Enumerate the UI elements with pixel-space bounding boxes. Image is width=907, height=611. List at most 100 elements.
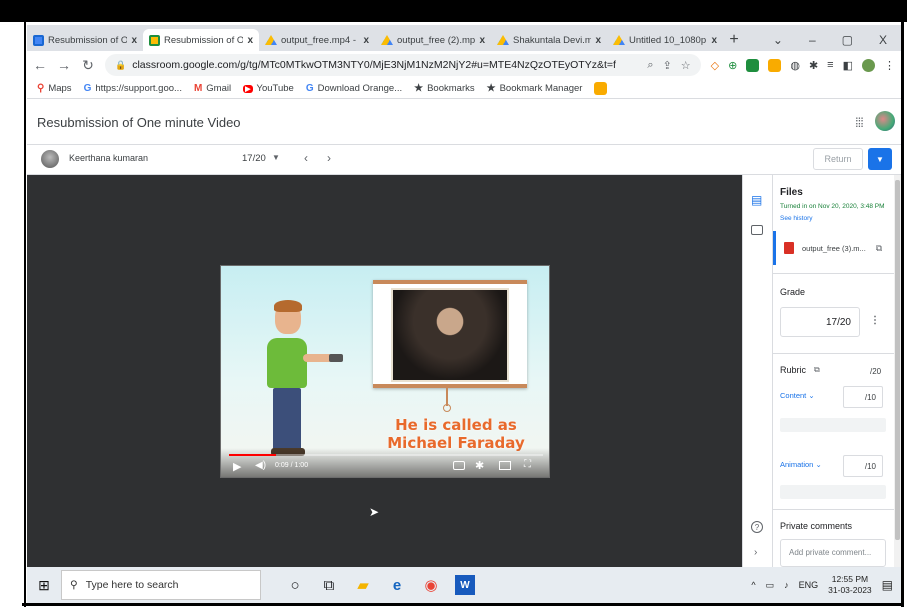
- bookmark-support[interactable]: Ghttps://support.goo...: [84, 83, 182, 94]
- board-stand-ring: [443, 404, 451, 412]
- browser-tab[interactable]: Resubmission of One x: [27, 29, 143, 51]
- volume-icon[interactable]: ♪: [784, 580, 789, 590]
- bookmark-folder[interactable]: ★ Bookmarks: [414, 83, 474, 94]
- criterion-animation[interactable]: Animation ⌄: [780, 460, 822, 469]
- extension-icon[interactable]: ◇: [711, 59, 719, 72]
- account-avatar[interactable]: [875, 111, 895, 131]
- cortana-icon[interactable]: ○: [285, 575, 305, 595]
- video-player[interactable]: He is called as Michael Faraday ▶ ◀) 0:0…: [220, 265, 550, 478]
- forward-icon[interactable]: →: [57, 57, 71, 73]
- maximize-button[interactable]: ▢: [842, 33, 853, 47]
- language-indicator[interactable]: ENG: [799, 580, 819, 590]
- files-tab-icon[interactable]: ▤: [751, 193, 762, 207]
- play-icon[interactable]: ▶: [233, 460, 241, 473]
- student-name[interactable]: Keerthana kumaran: [69, 153, 148, 163]
- grade-more-icon[interactable]: ⋮: [870, 315, 880, 326]
- close-icon[interactable]: x: [595, 35, 601, 46]
- file-viewer: He is called as Michael Faraday ▶ ◀) 0:0…: [27, 175, 742, 567]
- private-comment-input[interactable]: Add private comment...: [780, 539, 886, 567]
- browser-tab[interactable]: Shakuntala Devi.mp4 x: [491, 29, 607, 51]
- task-view-icon[interactable]: ⧉: [319, 575, 339, 595]
- word-icon[interactable]: W: [455, 575, 475, 595]
- new-tab-button[interactable]: +: [723, 29, 745, 51]
- chevron-right-icon[interactable]: ›: [754, 547, 757, 558]
- tab-title: Resubmission of One: [164, 34, 244, 46]
- bookmark-maps[interactable]: ⚲ Maps: [37, 83, 72, 94]
- volume-icon[interactable]: ◀): [255, 460, 266, 471]
- extension-icon[interactable]: ◍: [790, 59, 800, 72]
- top-border: [0, 0, 907, 22]
- file-explorer-icon[interactable]: ▰: [353, 575, 373, 595]
- attached-file[interactable]: output_free (3).m... ⧉: [773, 231, 893, 265]
- google-apps-icon[interactable]: ⁞⁞⁞: [855, 115, 864, 130]
- see-history-link[interactable]: See history: [780, 215, 813, 222]
- close-window-button[interactable]: X: [879, 33, 887, 47]
- puzzle-icon[interactable]: ✱: [809, 59, 818, 72]
- taskbar-search[interactable]: ⚲ Type here to search: [61, 570, 261, 600]
- extension-bookmark-icon[interactable]: [594, 82, 608, 95]
- youtube-icon: ▶: [243, 84, 253, 93]
- network-icon[interactable]: ▭: [766, 580, 775, 591]
- close-icon[interactable]: x: [363, 35, 369, 46]
- url-text[interactable]: classroom.google.com/g/tg/MTc0MTkwOTM3NT…: [132, 59, 641, 71]
- browser-tab[interactable]: output_free.mp4 - Go x: [259, 29, 375, 51]
- tab-search-icon[interactable]: ⌄: [773, 33, 783, 47]
- bookmark-download-orange[interactable]: G Download Orange...: [306, 83, 402, 94]
- bookmark-youtube[interactable]: ▶ YouTube: [243, 83, 294, 94]
- clock[interactable]: 12:55 PM 31-03-2023: [828, 574, 871, 596]
- extension-icon[interactable]: [768, 58, 782, 72]
- captions-icon[interactable]: [453, 461, 465, 470]
- chevron-down-icon[interactable]: ▼: [272, 153, 280, 162]
- video-progress-bar[interactable]: [229, 454, 543, 456]
- settings-gear-icon[interactable]: ✱: [475, 459, 484, 472]
- bookmark-gmail[interactable]: M Gmail: [194, 83, 231, 94]
- criterion-score-input[interactable]: /10: [843, 455, 883, 477]
- open-in-new-icon[interactable]: ⧉: [876, 243, 882, 254]
- criterion-score-input[interactable]: /10: [843, 386, 883, 408]
- chevron-up-icon[interactable]: ^: [751, 580, 755, 590]
- bookmark-star-icon[interactable]: ☆: [681, 59, 691, 72]
- reload-icon[interactable]: ↻: [81, 57, 95, 74]
- fullscreen-icon[interactable]: ⛶: [524, 459, 531, 470]
- previous-student-icon[interactable]: ‹: [304, 151, 308, 165]
- browser-tab-active[interactable]: Resubmission of One x: [143, 29, 259, 51]
- return-options-button[interactable]: ▼: [868, 148, 892, 170]
- panel-scrollbar-thumb[interactable]: [895, 180, 900, 540]
- close-icon[interactable]: x: [479, 35, 485, 46]
- zoom-icon[interactable]: ⌕: [647, 59, 653, 72]
- criterion-content[interactable]: Content ⌄: [780, 391, 815, 400]
- notifications-icon[interactable]: ▤: [882, 578, 893, 592]
- browser-tab[interactable]: output_free (2).mp4 - x: [375, 29, 491, 51]
- close-icon[interactable]: x: [711, 35, 717, 46]
- next-student-icon[interactable]: ›: [327, 151, 331, 165]
- close-icon[interactable]: x: [131, 35, 137, 46]
- return-button[interactable]: Return: [813, 148, 863, 170]
- address-bar[interactable]: 🔒 classroom.google.com/g/tg/MTc0MTkwOTM3…: [105, 54, 701, 76]
- student-score[interactable]: 17/20: [242, 153, 266, 164]
- tab-title: Shakuntala Devi.mp4: [513, 34, 592, 46]
- bottom-border: [22, 603, 904, 606]
- browser-toolbar: ← → ↻ 🔒 classroom.google.com/g/tg/MTc0MT…: [27, 51, 901, 79]
- close-icon[interactable]: x: [247, 35, 253, 46]
- grade-input[interactable]: 17/20: [780, 307, 860, 337]
- help-icon[interactable]: ?: [751, 521, 763, 533]
- side-panel-icon[interactable]: ◧: [843, 59, 853, 72]
- bookmark-manager[interactable]: ★ Bookmark Manager: [487, 83, 583, 94]
- minimize-button[interactable]: –: [809, 33, 816, 47]
- browser-tab[interactable]: Untitled 10_1080p.mp x: [607, 29, 723, 51]
- back-icon[interactable]: ←: [33, 57, 47, 73]
- share-icon[interactable]: ⇪: [663, 59, 672, 72]
- chrome-icon[interactable]: ◉: [421, 575, 441, 595]
- screenshot-frame: Resubmission of One x Resubmission of On…: [0, 0, 907, 611]
- comments-tab-icon[interactable]: [751, 225, 763, 235]
- assignment-title: Resubmission of One minute Video: [37, 115, 241, 130]
- edit-rubric-icon[interactable]: ⧉: [814, 365, 820, 375]
- edge-icon[interactable]: e: [387, 575, 407, 595]
- extension-icon[interactable]: ⊕: [728, 59, 737, 72]
- more-icon[interactable]: ⋮: [884, 59, 895, 72]
- windows-start-icon[interactable]: ⊞: [27, 577, 61, 594]
- miniplayer-icon[interactable]: [499, 461, 511, 470]
- reading-list-icon[interactable]: ≡: [827, 59, 833, 71]
- extension-icon[interactable]: [746, 58, 760, 72]
- profile-avatar[interactable]: [862, 58, 875, 72]
